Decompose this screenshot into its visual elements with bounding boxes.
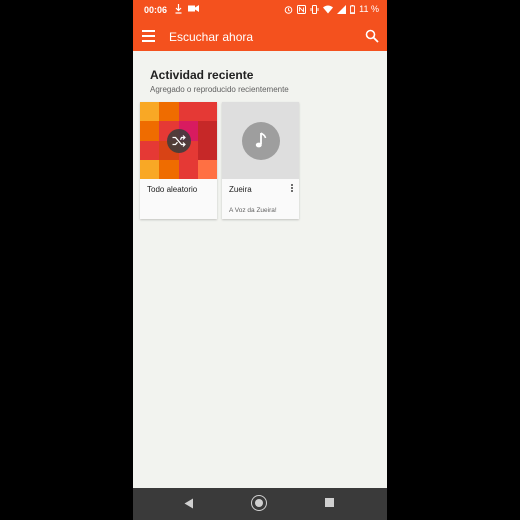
mosaic-tile <box>197 140 217 160</box>
shuffle-mosaic-art <box>140 102 217 179</box>
status-left-icons <box>175 4 199 14</box>
nfc-icon <box>297 4 307 14</box>
note-circle <box>242 122 280 160</box>
back-icon[interactable] <box>184 498 194 509</box>
section-title: Actividad reciente <box>150 68 254 82</box>
card-subtitle: A Voz da Zueira! <box>229 207 277 214</box>
app-bar-title: Escuchar ahora <box>169 30 254 44</box>
vibrate-icon <box>310 4 319 14</box>
mosaic-tile <box>178 102 198 122</box>
mosaic-tile <box>178 159 198 179</box>
mosaic-tile <box>159 159 179 179</box>
card-shuffle-all[interactable]: Todo aleatorio <box>140 102 217 219</box>
menu-icon[interactable] <box>142 30 155 42</box>
section-subtitle: Agregado o reproducido recientemente <box>150 85 289 94</box>
home-icon[interactable] <box>251 495 267 511</box>
battery-percent: 11 % <box>359 4 379 14</box>
mosaic-tile <box>159 102 179 122</box>
wifi-icon <box>323 5 334 13</box>
music-note-art <box>222 102 299 179</box>
status-bar: 00:06 11 % <box>133 0 387 22</box>
mosaic-tile <box>140 159 160 179</box>
mosaic-tile <box>197 159 217 179</box>
video-camera-icon <box>188 5 199 12</box>
shuffle-icon <box>172 135 186 147</box>
shuffle-badge[interactable] <box>167 129 191 153</box>
mosaic-tile <box>140 121 160 141</box>
mosaic-tile <box>140 140 160 160</box>
card-zueira[interactable]: Zueira A Voz da Zueira! <box>222 102 299 219</box>
card-label: Todo aleatorio <box>147 185 198 194</box>
download-icon <box>175 4 182 14</box>
status-time: 00:06 <box>144 5 168 15</box>
mosaic-tile <box>140 102 160 122</box>
battery-icon <box>350 4 356 14</box>
app-bar: Escuchar ahora <box>133 22 387 51</box>
music-note-icon <box>255 132 267 148</box>
recents-icon[interactable] <box>325 498 334 507</box>
mosaic-tile <box>197 121 217 141</box>
status-right-icons: 11 % <box>284 4 379 14</box>
more-vert-icon[interactable] <box>289 184 295 196</box>
navigation-bar <box>133 488 387 520</box>
phone-screen: 00:06 11 % Escuchar ahora Actividad reci… <box>133 0 387 520</box>
search-icon[interactable] <box>365 29 379 43</box>
content-area[interactable]: Actividad reciente Agregado o reproducid… <box>133 51 387 488</box>
card-label: Zueira <box>229 185 252 194</box>
alarm-icon <box>284 5 293 14</box>
mosaic-tile <box>197 102 217 122</box>
signal-icon <box>337 4 347 14</box>
